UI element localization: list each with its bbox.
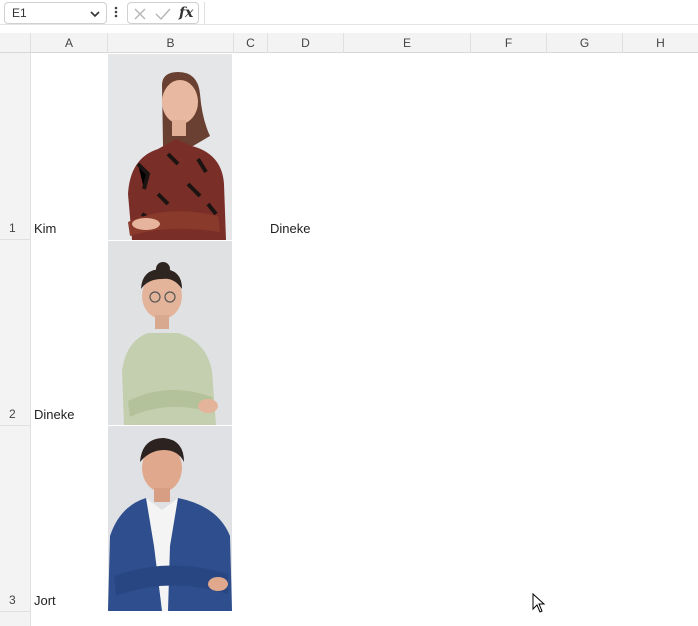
chevron-down-icon[interactable] — [88, 7, 102, 21]
row-header-1[interactable]: 1 — [0, 53, 31, 240]
row-header-2[interactable]: 2 — [0, 240, 31, 426]
row-header-3[interactable]: 3 — [0, 426, 31, 612]
photo-kim[interactable] — [108, 54, 232, 240]
column-header-f[interactable]: F — [471, 33, 547, 53]
fx-button[interactable]: fx — [179, 3, 193, 23]
row-number: 2 — [9, 407, 16, 421]
formula-bar: E1 fx — [0, 0, 698, 25]
column-header-h[interactable]: H — [623, 33, 698, 53]
name-box-value: E1 — [12, 6, 27, 20]
column-headers: A B C D E F G H — [31, 33, 698, 53]
row-headers: 1 2 3 — [0, 53, 31, 626]
row-number: 1 — [9, 221, 16, 235]
row-number: 3 — [9, 593, 16, 607]
formula-tools: fx — [127, 2, 199, 24]
cell-d1[interactable]: Dineke — [270, 221, 310, 236]
cell-a2[interactable]: Dineke — [34, 407, 74, 422]
cell-a3[interactable]: Jort — [34, 593, 56, 608]
column-header-c[interactable]: C — [234, 33, 268, 53]
column-header-e[interactable]: E — [344, 33, 471, 53]
cell-a1[interactable]: Kim — [34, 221, 56, 236]
column-header-b[interactable]: B — [108, 33, 234, 53]
formula-input[interactable] — [204, 2, 698, 24]
photo-jort[interactable] — [108, 426, 232, 611]
checkmark-icon[interactable] — [154, 6, 172, 22]
column-header-g[interactable]: G — [547, 33, 623, 53]
photo-dineke[interactable] — [108, 241, 232, 425]
x-icon[interactable] — [132, 6, 148, 22]
select-all-corner[interactable] — [0, 33, 31, 53]
column-header-a[interactable]: A — [31, 33, 108, 53]
column-header-d[interactable]: D — [268, 33, 344, 53]
name-box[interactable]: E1 — [4, 2, 107, 24]
vertical-dots-icon[interactable] — [110, 3, 122, 21]
mouse-pointer-icon — [532, 593, 546, 613]
